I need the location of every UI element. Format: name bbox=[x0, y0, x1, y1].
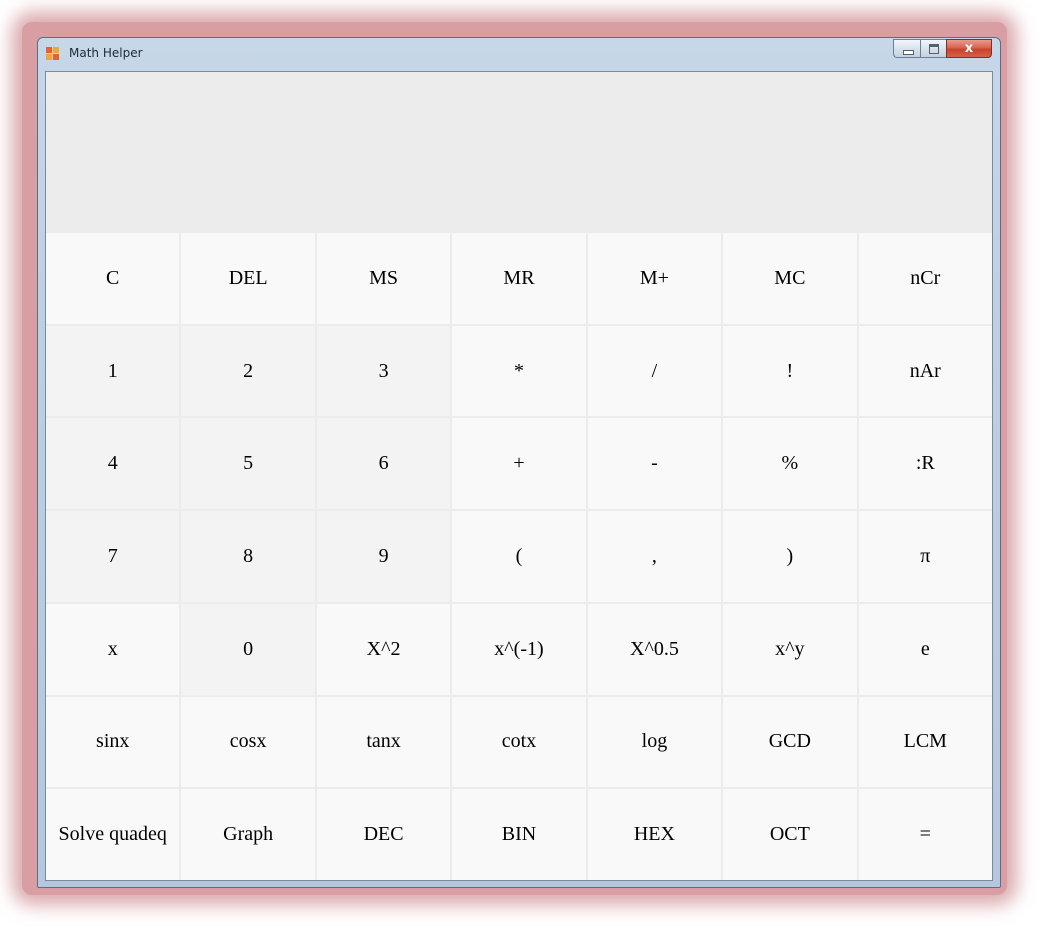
euler-button[interactable]: e bbox=[858, 603, 992, 695]
maximize-icon bbox=[929, 44, 939, 54]
maximize-button[interactable] bbox=[920, 39, 946, 58]
dec-button[interactable]: DEC bbox=[316, 789, 451, 880]
window-title: Math Helper bbox=[69, 46, 143, 60]
x-variable-button[interactable]: x bbox=[46, 603, 180, 695]
app-icon[interactable] bbox=[46, 47, 60, 61]
hex-button[interactable]: HEX bbox=[587, 789, 722, 880]
square-button[interactable]: X^2 bbox=[316, 603, 451, 695]
divide-button[interactable]: / bbox=[587, 325, 722, 417]
solve-quadeq-button[interactable]: Solve quadeq bbox=[46, 789, 180, 880]
ncr-button[interactable]: nCr bbox=[858, 233, 992, 324]
digit-1-button[interactable]: 1 bbox=[46, 325, 180, 417]
sin-button[interactable]: sinx bbox=[46, 696, 180, 788]
gcd-button[interactable]: GCD bbox=[723, 696, 857, 788]
minus-button[interactable]: - bbox=[587, 418, 722, 510]
cos-button[interactable]: cosx bbox=[181, 696, 315, 788]
caption-buttons: x bbox=[893, 39, 992, 59]
digit-2-button[interactable]: 2 bbox=[181, 325, 315, 417]
nar-button[interactable]: nAr bbox=[858, 325, 992, 417]
digit-5-button[interactable]: 5 bbox=[181, 418, 315, 510]
close-icon: x bbox=[964, 41, 974, 56]
digit-9-button[interactable]: 9 bbox=[316, 511, 451, 602]
delete-button[interactable]: DEL bbox=[181, 233, 315, 324]
keypad: C DEL MS MR M+ MC nCr 1 2 3 * /! nAr 4 5 6 + -%:R 7 8 9(,) π x… bbox=[46, 233, 992, 880]
close-button[interactable]: x bbox=[946, 39, 992, 58]
graph-button[interactable]: Graph bbox=[181, 789, 315, 880]
digit-8-button[interactable]: 8 bbox=[181, 511, 315, 602]
oct-button[interactable]: OCT bbox=[723, 789, 857, 880]
reciprocal-button[interactable]: x^(-1) bbox=[452, 603, 586, 695]
remainder-button[interactable]: :R bbox=[858, 418, 992, 510]
clear-button[interactable]: C bbox=[46, 233, 180, 324]
plus-button[interactable]: + bbox=[452, 418, 586, 510]
close-paren-button[interactable]: ) bbox=[723, 511, 857, 602]
percent-button[interactable]: % bbox=[723, 418, 857, 510]
memory-clear-button[interactable]: MC bbox=[723, 233, 857, 324]
tan-button[interactable]: tanx bbox=[316, 696, 451, 788]
memory-recall-button[interactable]: MR bbox=[452, 233, 586, 324]
comma-button[interactable]: , bbox=[587, 511, 722, 602]
calculator-display[interactable] bbox=[46, 72, 992, 233]
multiply-button[interactable]: * bbox=[452, 325, 586, 417]
digit-0-button[interactable]: 0 bbox=[181, 603, 315, 695]
open-paren-button[interactable]: ( bbox=[452, 511, 586, 602]
factorial-button[interactable]: ! bbox=[723, 325, 857, 417]
log-button[interactable]: log bbox=[587, 696, 722, 788]
minimize-button[interactable] bbox=[893, 39, 920, 58]
minimize-icon bbox=[903, 50, 914, 55]
bin-button[interactable]: BIN bbox=[452, 789, 586, 880]
app-window: Math Helper x C DEL MS MR M+ MC nCr 1 2 3 * /! nAr 4 5… bbox=[37, 37, 1001, 888]
digit-7-button[interactable]: 7 bbox=[46, 511, 180, 602]
digit-4-button[interactable]: 4 bbox=[46, 418, 180, 510]
equals-button[interactable]: = bbox=[858, 789, 992, 880]
client-area: C DEL MS MR M+ MC nCr 1 2 3 * /! nAr 4 5 6 + -%:R 7 8 9(,) π x… bbox=[45, 71, 993, 881]
digit-6-button[interactable]: 6 bbox=[316, 418, 451, 510]
pi-button[interactable]: π bbox=[858, 511, 992, 602]
title-bar[interactable]: Math Helper x bbox=[38, 38, 1000, 71]
memory-store-button[interactable]: MS bbox=[316, 233, 451, 324]
digit-3-button[interactable]: 3 bbox=[316, 325, 451, 417]
cot-button[interactable]: cotx bbox=[452, 696, 586, 788]
lcm-button[interactable]: LCM bbox=[858, 696, 992, 788]
square-root-button[interactable]: X^0.5 bbox=[587, 603, 722, 695]
memory-add-button[interactable]: M+ bbox=[587, 233, 722, 324]
power-button[interactable]: x^y bbox=[723, 603, 857, 695]
